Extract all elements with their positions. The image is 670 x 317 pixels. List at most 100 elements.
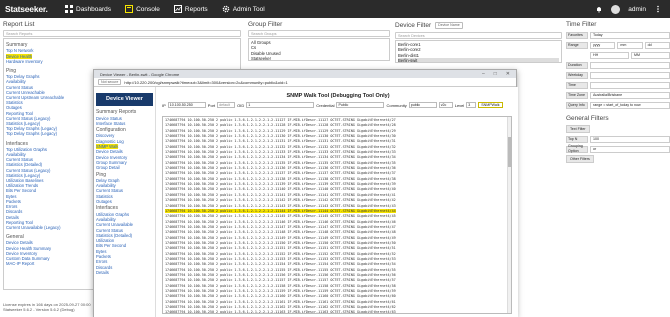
query-info-label: Query Info: [566, 101, 588, 109]
viewer-section-ping: Ping: [96, 171, 107, 178]
device-search-input[interactable]: Search Devices: [395, 32, 562, 40]
nav-console-label: Console: [136, 5, 160, 13]
address-bar[interactable]: Not secure http://10.220.200/cgi/snmpwal…: [94, 78, 516, 87]
duration-row: Duration: [566, 60, 670, 70]
report-list-title: Report List: [3, 21, 35, 28]
weekday-select[interactable]: [590, 71, 670, 79]
ip-input[interactable]: 10.100.50.250: [167, 102, 206, 108]
device-filter-header: Device Filter Device Name: [395, 18, 562, 32]
group-search-input[interactable]: Search Groups: [248, 30, 390, 38]
query-info-value: range = start_of_today to now: [590, 101, 670, 109]
group-list: All Groups Cs Disable Unused Statseeker: [248, 38, 390, 62]
weekday-label: Weekday: [566, 71, 588, 79]
group-filter-title: Group Filter: [248, 21, 283, 28]
snmp-form-row: IP 10.100.50.250 Port default OID 1 Cred…: [160, 101, 516, 109]
close-icon[interactable]: ✕: [506, 71, 510, 77]
url-text[interactable]: http://10.220.200/cgi/snmpwalk?timeout=3…: [124, 80, 287, 85]
snmp-walk-title: SNMP Walk Tool (Debugging Tool Only): [286, 93, 390, 99]
range-row: Range yyyy mm dd: [566, 40, 670, 50]
weekday-row: Weekday: [566, 70, 670, 80]
time-filter-title: Time Filter: [566, 21, 597, 28]
version-select[interactable]: v2c: [438, 102, 453, 108]
device-filter-title: Device Filter: [395, 22, 432, 29]
snmp-output: 1746687794 10.100.50.250 2 public 1.3.6.…: [163, 117, 511, 313]
time-row: Time: [566, 80, 670, 90]
timezone-select[interactable]: Australia/Brisbane: [590, 91, 670, 99]
snmp-output-box[interactable]: 1746687794 10.100.50.250 2 public 1.3.6.…: [162, 116, 512, 314]
report-device-health[interactable]: Device Health: [6, 53, 33, 59]
range-label: Range: [566, 41, 588, 49]
avatar[interactable]: [611, 4, 621, 14]
console-icon: [125, 5, 134, 13]
range-day[interactable]: dd: [644, 41, 670, 49]
gear-icon: [222, 5, 229, 13]
ip-label: IP: [162, 102, 166, 108]
user-name[interactable]: admin: [628, 6, 646, 13]
credential-label: Credential: [316, 102, 335, 108]
scrollbar-thumb[interactable]: [508, 137, 511, 167]
nav-dashboards[interactable]: Dashboards: [58, 0, 118, 18]
time-filter-panel: Time Filter Favorites Today Range yyyy m…: [566, 18, 670, 317]
viewer-section-config: Configuration: [96, 127, 126, 134]
top-nav-bar: Statseeker. Dashboards Console Reports A…: [0, 0, 670, 18]
nav-admin-label: Admin Tool: [232, 5, 265, 13]
duration-label: Duration: [566, 61, 588, 69]
license-footer: License expires in 166 days on 2025-09-2…: [3, 302, 91, 312]
device-viewer-window: Device Viewer - Berlin-swit - Google Chr…: [93, 69, 518, 317]
viewer-snmp-walk[interactable]: SNMP Walk: [96, 144, 119, 150]
range-minute[interactable]: MM: [631, 51, 670, 59]
viewer-details[interactable]: Details: [96, 270, 153, 275]
top-n-input[interactable]: 100: [590, 135, 670, 143]
report-search-input[interactable]: Search Reports: [3, 30, 241, 38]
credential-select[interactable]: Public: [336, 102, 385, 108]
top-n-label: Top N: [566, 135, 588, 143]
range-year[interactable]: yyyy: [590, 41, 616, 49]
favorites-label: Favorites: [566, 31, 588, 39]
device-filter-mode-select[interactable]: Device Name: [435, 22, 463, 30]
favorites-select[interactable]: Today: [590, 31, 670, 39]
nav-admin-tool[interactable]: Admin Tool: [215, 0, 272, 18]
grouping-option-row: Grouping Option or: [566, 144, 670, 154]
text-filter-button[interactable]: Text Filter: [566, 125, 590, 133]
section-summary: Summary: [6, 42, 28, 49]
not-secure-badge[interactable]: Not secure: [98, 79, 122, 85]
general-filters-title: General Filters: [566, 115, 609, 122]
report-hardware-inventory[interactable]: Hardware Inventory: [6, 59, 238, 64]
snmpwalk-button[interactable]: SNMPWalk: [478, 102, 503, 108]
grouping-option-select[interactable]: or: [590, 145, 670, 153]
window-titlebar[interactable]: Device Viewer - Berlin-swit - Google Chr…: [94, 70, 516, 78]
grid-icon: [65, 5, 73, 13]
favorites-row: Favorites Today: [566, 30, 670, 40]
group-item[interactable]: Statseeker: [251, 56, 387, 60]
duration-select[interactable]: [590, 61, 670, 69]
snmp-walk-panel: SNMP Walk Tool (Debugging Tool Only) IP …: [160, 87, 516, 317]
viewer-title: Device Viewer: [96, 93, 153, 107]
nav-console[interactable]: Console: [118, 0, 167, 18]
top-right-controls: admin: [595, 4, 670, 14]
community-input[interactable]: public: [408, 102, 437, 108]
top-n-row: Top N 100: [566, 134, 670, 144]
timezone-row: Time Zone Australia/Brisbane: [566, 90, 670, 100]
viewer-sidebar: Device Viewer Summary Reports Device Sta…: [94, 87, 156, 317]
device-item-selected[interactable]: Berlin-swit: [398, 57, 559, 63]
brand-logo[interactable]: Statseeker.: [0, 4, 58, 14]
output-scrollbar[interactable]: [507, 117, 511, 313]
other-filters-button[interactable]: Other Filters: [566, 155, 594, 163]
time-select[interactable]: [590, 81, 670, 89]
grouping-option-label: Grouping Option: [566, 144, 588, 153]
range-hour[interactable]: HH: [590, 51, 629, 59]
time-label: Time: [566, 81, 588, 89]
menu-icon[interactable]: [654, 5, 662, 13]
minimize-icon[interactable]: –: [482, 71, 485, 77]
community-label: Community: [386, 102, 407, 108]
level-select[interactable]: 3: [466, 102, 477, 108]
level-label: Level: [454, 102, 465, 108]
range-month[interactable]: mm: [617, 41, 643, 49]
maximize-icon[interactable]: □: [494, 71, 497, 77]
nav-reports[interactable]: Reports: [167, 0, 215, 18]
port-input[interactable]: default: [217, 102, 236, 108]
viewer-body: Device Viewer Summary Reports Device Sta…: [94, 87, 518, 317]
bell-icon[interactable]: [595, 5, 603, 13]
port-label: Port: [207, 102, 216, 108]
oid-input[interactable]: 1: [246, 102, 315, 108]
